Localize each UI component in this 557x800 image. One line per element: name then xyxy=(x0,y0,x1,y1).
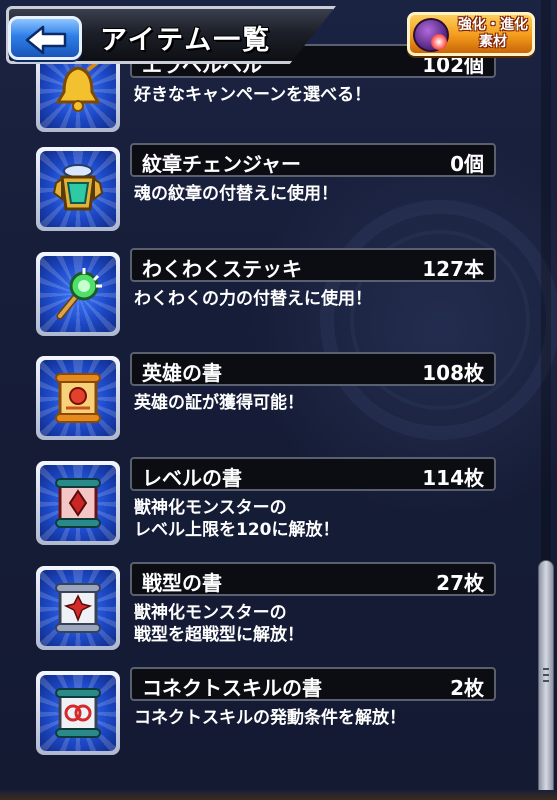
item-description-line: わくわくの力の付替えに使用！ xyxy=(134,289,372,309)
item-description-line: レベル上限を120に解放！ xyxy=(134,520,340,540)
item-count: 114枚 xyxy=(422,466,484,490)
item-count: 0個 xyxy=(450,152,484,176)
list-item[interactable]: 英雄の書 108枚 英雄の証が獲得可能！ xyxy=(36,352,506,444)
item-icon-frame xyxy=(36,671,120,755)
bottom-edge xyxy=(0,790,557,800)
item-name-bar: 英雄の書 108枚 xyxy=(130,352,496,386)
item-name-bar: コネクトスキルの書 2枚 xyxy=(130,667,496,701)
list-item[interactable]: レベルの書 114枚 獣神化モンスターの レベル上限を120に解放！ xyxy=(36,457,506,549)
back-button[interactable] xyxy=(8,16,82,60)
item-description-line: 魂の紋章の付替えに使用！ xyxy=(134,184,338,204)
material-button-label-line: 強化・進化 xyxy=(458,17,528,33)
item-icon-frame xyxy=(36,252,120,336)
scrollbar-grip-icon xyxy=(543,668,549,682)
left-arrow-icon xyxy=(25,25,67,55)
item-name: 英雄の書 xyxy=(142,361,222,385)
item-count: 27枚 xyxy=(436,571,484,595)
item-description-line: 戦型を超戦型に解放！ xyxy=(134,625,304,645)
item-description: わくわくの力の付替えに使用！ xyxy=(134,288,504,310)
header: アイテム一覧 強化・進化 素材 xyxy=(0,0,557,70)
item-name-bar: レベルの書 114枚 xyxy=(130,457,496,491)
item-name: わくわくステッキ xyxy=(142,257,302,281)
wand-icon xyxy=(56,268,102,320)
item-icon-frame xyxy=(36,147,120,231)
item-description: 獣神化モンスターの レベル上限を120に解放！ xyxy=(134,497,504,541)
item-icon-frame xyxy=(36,461,120,545)
item-name: 紋章チェンジャー xyxy=(142,152,301,176)
list-item[interactable]: わくわくステッキ 127本 わくわくの力の付替えに使用！ xyxy=(36,248,506,340)
level-scroll-icon xyxy=(55,478,101,528)
material-button[interactable]: 強化・進化 素材 xyxy=(407,12,535,56)
connect-skill-scroll-icon xyxy=(55,688,101,738)
item-description: 好きなキャンペーンを選べる！ xyxy=(134,84,504,106)
item-icon-frame xyxy=(36,356,120,440)
item-description: 魂の紋章の付替えに使用！ xyxy=(134,183,504,205)
hero-scroll-icon xyxy=(55,373,101,423)
emblem-changer-icon xyxy=(52,164,104,211)
item-description-line: コネクトスキルの発動条件を解放！ xyxy=(134,708,406,728)
item-name: コネクトスキルの書 xyxy=(142,676,322,700)
item-name-bar: 紋章チェンジャー 0個 xyxy=(130,143,496,177)
material-orb-icon xyxy=(413,18,449,52)
item-name: 戦型の書 xyxy=(142,571,222,595)
item-name-bar: わくわくステッキ 127本 xyxy=(130,248,496,282)
material-button-label: 強化・進化 素材 xyxy=(454,17,532,51)
item-name-bar: 戦型の書 27枚 xyxy=(130,562,496,596)
item-description-line: 獣神化モンスターの xyxy=(134,603,287,623)
item-description: 獣神化モンスターの 戦型を超戦型に解放！ xyxy=(134,602,504,646)
item-description: コネクトスキルの発動条件を解放！ xyxy=(134,707,504,729)
material-button-label-line: 素材 xyxy=(479,34,507,50)
item-count: 2枚 xyxy=(450,676,484,700)
list-item[interactable]: 紋章チェンジャー 0個 魂の紋章の付替えに使用！ xyxy=(36,143,506,235)
page-title: アイテム一覧 xyxy=(100,25,272,56)
item-count: 127本 xyxy=(422,257,484,281)
item-icon-frame xyxy=(36,566,120,650)
item-name: レベルの書 xyxy=(142,466,242,490)
list-item[interactable]: コネクトスキルの書 2枚 コネクトスキルの発動条件を解放！ xyxy=(36,667,506,759)
item-description-line: 獣神化モンスターの xyxy=(134,498,287,518)
item-count: 108枚 xyxy=(422,361,484,385)
item-description: 英雄の証が獲得可能！ xyxy=(134,392,504,414)
battle-type-scroll-icon xyxy=(55,583,101,633)
item-description-line: 好きなキャンペーンを選べる！ xyxy=(134,85,372,105)
list-item[interactable]: 戦型の書 27枚 獣神化モンスターの 戦型を超戦型に解放！ xyxy=(36,562,506,654)
item-list[interactable]: エラベルベル 102個 好きなキャンペーンを選べる！ 紋章チェンジャー 0個 魂… xyxy=(0,0,557,800)
item-description-line: 英雄の証が獲得可能！ xyxy=(134,393,304,413)
